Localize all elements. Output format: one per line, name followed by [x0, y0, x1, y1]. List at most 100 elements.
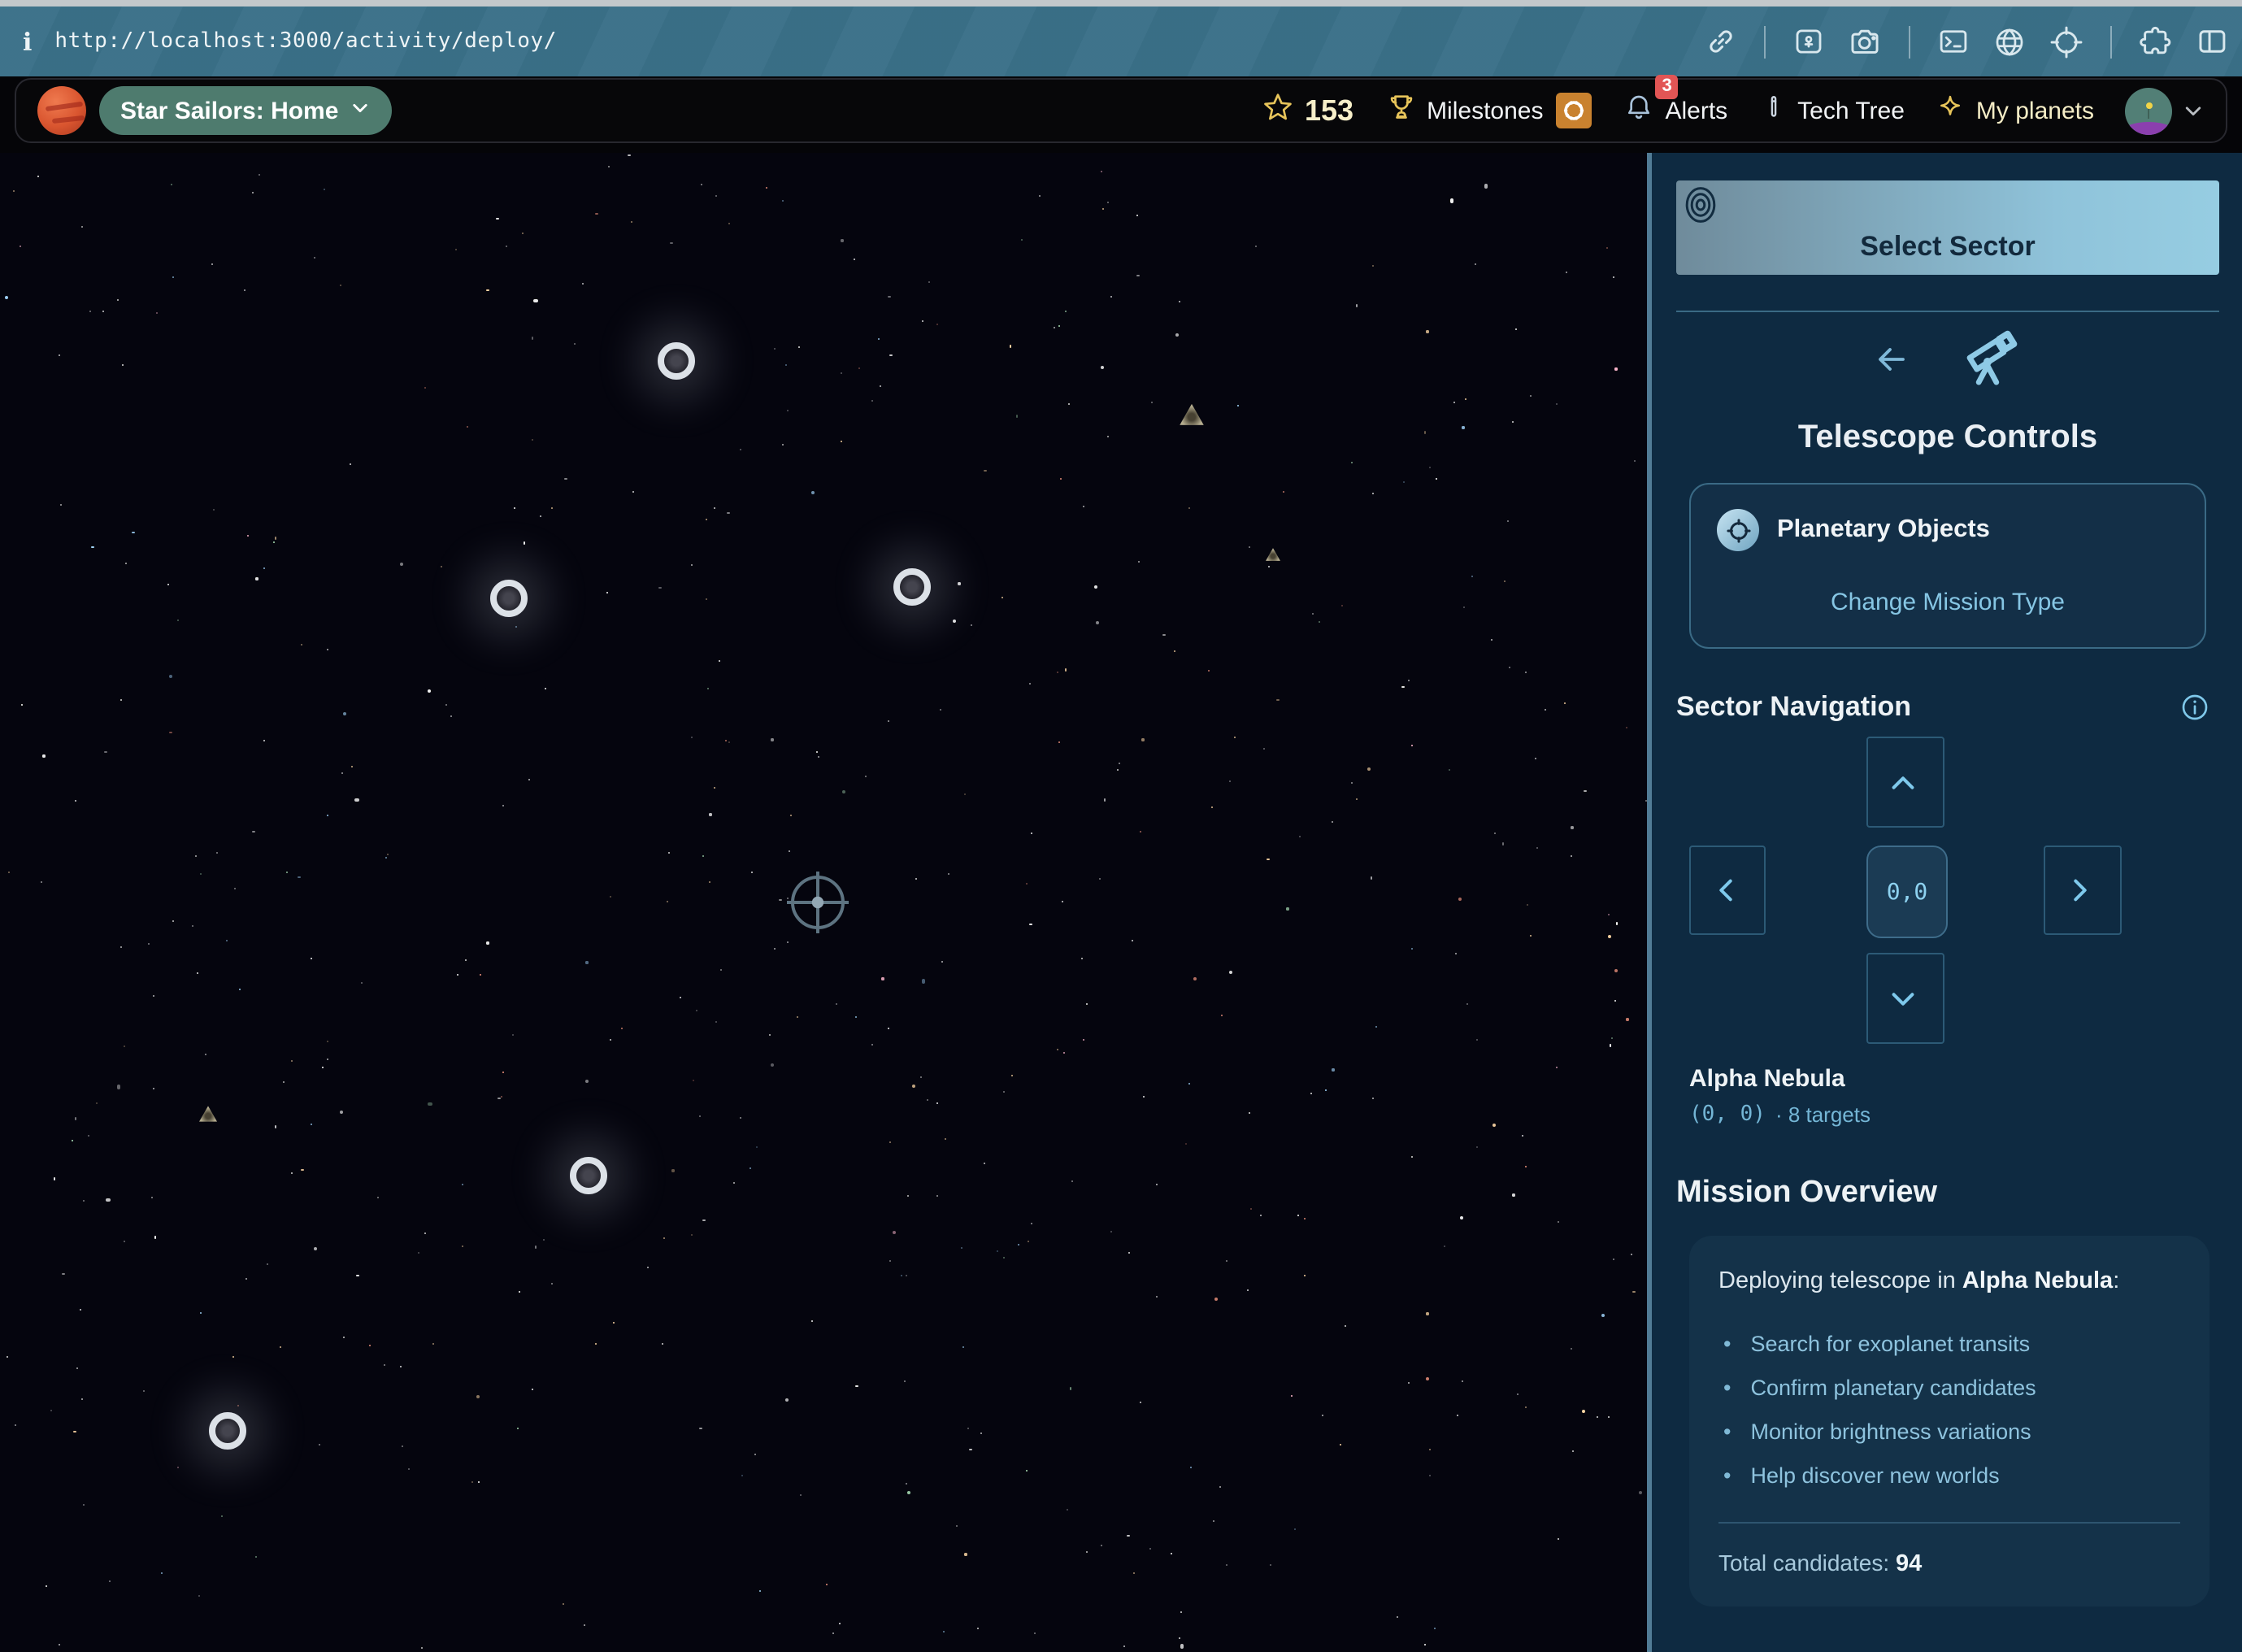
background-star — [609, 167, 610, 168]
back-arrow-button[interactable] — [1871, 339, 1910, 378]
background-star — [1465, 398, 1466, 400]
background-star — [275, 1126, 277, 1128]
background-star — [1229, 780, 1231, 782]
milestone-seal-badge[interactable] — [1556, 93, 1592, 128]
address-bar[interactable]: i http://localhost:3000/activity/deploy/ — [23, 7, 557, 76]
background-star — [5, 296, 9, 300]
starfield-map[interactable] — [0, 153, 1647, 1652]
anomaly-triangle-object[interactable] — [1180, 404, 1204, 425]
background-star — [752, 872, 754, 874]
target-ring-object[interactable] — [490, 580, 528, 617]
background-star — [606, 593, 607, 594]
link-icon[interactable] — [1704, 24, 1738, 59]
anomaly-triangle-object[interactable] — [1266, 548, 1280, 561]
background-star — [658, 587, 661, 589]
background-star — [154, 1087, 155, 1089]
background-star — [739, 1117, 741, 1119]
background-star — [937, 324, 939, 326]
background-star — [1614, 999, 1615, 1001]
game-header-box: Star Sailors: Home 153 Milestones 3 Aler… — [15, 78, 2227, 143]
background-star — [1016, 415, 1019, 417]
info-icon[interactable] — [2179, 691, 2211, 724]
background-star — [1064, 668, 1067, 671]
bell-icon — [1623, 91, 1655, 130]
objective-item: Confirm planetary candidates — [1723, 1366, 2180, 1410]
background-star — [1429, 1449, 1431, 1450]
split-view-icon[interactable] — [2195, 24, 2229, 59]
target-ring-object[interactable] — [209, 1412, 246, 1450]
nav-up-button[interactable] — [1866, 737, 1944, 828]
profile-menu[interactable] — [2125, 87, 2205, 134]
milestones-button[interactable]: Milestones — [1384, 91, 1592, 130]
background-star — [595, 1344, 597, 1346]
nav-down-button[interactable] — [1866, 953, 1944, 1044]
background-star — [282, 1080, 284, 1082]
page-info-icon[interactable]: i — [23, 27, 32, 56]
background-star — [1608, 914, 1610, 915]
card-divider — [1718, 1522, 2180, 1524]
target-ring-object[interactable] — [570, 1157, 607, 1194]
avatar[interactable] — [2125, 87, 2172, 134]
background-star — [1427, 1312, 1429, 1315]
nav-left-button[interactable] — [1689, 846, 1766, 935]
change-mission-type-link[interactable]: Change Mission Type — [1821, 587, 2075, 618]
app-title-menu[interactable]: Star Sailors: Home — [99, 86, 392, 135]
background-star — [782, 445, 784, 446]
background-star — [691, 1234, 693, 1236]
background-star — [1028, 1241, 1029, 1242]
background-star — [50, 1410, 51, 1411]
nav-right-button[interactable] — [2044, 846, 2122, 935]
background-star — [1608, 934, 1612, 938]
planet-logo[interactable] — [37, 86, 86, 135]
background-star — [151, 1197, 153, 1198]
background-star — [706, 598, 708, 600]
background-star — [302, 643, 303, 645]
background-star — [1249, 1209, 1251, 1211]
background-star — [1633, 1290, 1636, 1293]
target-icon[interactable] — [2049, 24, 2084, 59]
background-star — [1607, 247, 1609, 249]
my-planets-button[interactable]: My planets — [1936, 92, 2094, 129]
background-star — [1450, 199, 1454, 203]
anomaly-triangle-object[interactable] — [199, 1106, 217, 1121]
background-star — [936, 1196, 938, 1198]
background-star — [1423, 1643, 1425, 1645]
select-sector-banner[interactable]: Select Sector — [1676, 180, 2219, 275]
tech-tree-button[interactable]: Tech Tree — [1758, 93, 1905, 128]
background-star — [361, 983, 363, 985]
background-star — [1060, 477, 1062, 479]
background-star — [1356, 304, 1358, 306]
background-star — [402, 1446, 403, 1448]
background-star — [124, 563, 126, 564]
background-star — [702, 1219, 705, 1221]
background-star — [1143, 1096, 1145, 1098]
target-ring-object[interactable] — [893, 568, 931, 606]
url-text[interactable]: http://localhost:3000/activity/deploy/ — [54, 29, 557, 54]
background-star — [515, 625, 516, 627]
camera-icon[interactable] — [1847, 24, 1883, 59]
terminal-icon[interactable] — [1936, 24, 1970, 59]
globe-icon[interactable] — [1992, 24, 2027, 59]
background-star — [766, 187, 767, 189]
background-star — [323, 189, 324, 191]
background-star — [962, 1346, 963, 1347]
background-star — [161, 1572, 163, 1574]
alerts-button[interactable]: 3 Alerts — [1623, 91, 1727, 130]
background-star — [75, 1117, 77, 1119]
background-star — [1186, 1143, 1188, 1145]
background-star — [425, 1233, 427, 1235]
background-star — [759, 1591, 761, 1593]
extensions-puzzle-icon[interactable] — [2138, 24, 2174, 59]
background-star — [167, 583, 169, 585]
background-star — [1116, 768, 1119, 771]
background-star — [798, 346, 800, 347]
background-star — [1502, 843, 1505, 846]
screenshot-image-icon[interactable] — [1792, 24, 1826, 59]
background-star — [1233, 737, 1235, 738]
background-star — [1149, 1549, 1150, 1550]
background-star — [471, 1482, 473, 1484]
background-star — [903, 1380, 905, 1381]
browser-chrome-bar: i http://localhost:3000/activity/deploy/ — [0, 0, 2242, 76]
target-ring-object[interactable] — [658, 342, 695, 380]
background-star — [1162, 634, 1165, 637]
